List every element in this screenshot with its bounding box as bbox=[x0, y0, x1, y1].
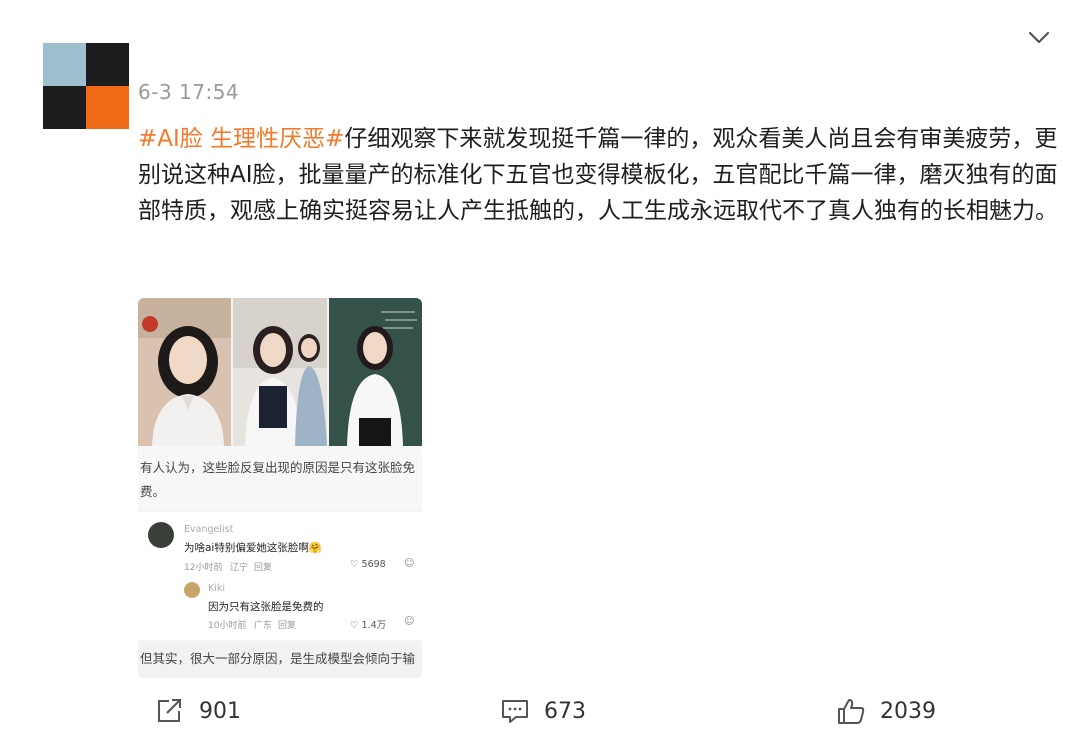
comment-author: Kiki bbox=[208, 583, 226, 594]
comment-time: 12小时前 bbox=[184, 563, 223, 573]
thumbs-up-icon bbox=[836, 697, 866, 725]
hashtag-link[interactable]: #AI脸 生理性厌恶# bbox=[138, 126, 344, 152]
post-timestamp[interactable]: 6-3 17:54 bbox=[138, 80, 239, 104]
comment-time: 10小时前 bbox=[208, 621, 247, 631]
comment-like-count: 5698 bbox=[361, 559, 386, 570]
like-button[interactable]: 2039 bbox=[836, 694, 936, 728]
comment-count: 673 bbox=[544, 698, 586, 724]
photo-woman-3 bbox=[328, 298, 422, 446]
post-text: #AI脸 生理性厌恶#仔细观察下来就发现挺千篇一律的，观众看美人尚且会有审美疲劳… bbox=[138, 121, 1058, 229]
avatar[interactable] bbox=[43, 43, 129, 129]
comment-author: Evangelist bbox=[184, 524, 234, 535]
share-button[interactable]: 901 bbox=[155, 694, 241, 728]
avatar-tile-dark bbox=[86, 43, 129, 86]
photo-strip bbox=[138, 298, 422, 446]
smile-icon: ☺ bbox=[404, 616, 415, 627]
share-count: 901 bbox=[199, 698, 241, 724]
comment-location: 辽宁 bbox=[230, 563, 249, 573]
comment-screenshot: Evangelist 为啥ai特别偏爱她这张脸啊🤗 12小时前 辽宁 回复 ♡ … bbox=[138, 512, 422, 640]
comment-button[interactable]: 673 bbox=[500, 694, 586, 728]
comment-location: 广东 bbox=[254, 621, 273, 631]
chevron-down-icon[interactable] bbox=[1026, 26, 1052, 48]
photo-woman-2 bbox=[233, 298, 327, 446]
caption-bottom: 但其实，很大一部分原因，是生成模型会倾向于输 bbox=[138, 644, 422, 678]
comment-icon bbox=[500, 697, 530, 725]
commenter-avatar bbox=[184, 582, 200, 598]
comment-text: 为啥ai特别偏爱她这张脸啊🤗 bbox=[184, 542, 322, 554]
avatar-tile-blue bbox=[43, 43, 86, 86]
comment-reply: 回复 bbox=[254, 563, 273, 573]
avatar-tile-dark bbox=[43, 86, 86, 129]
avatar-tile-orange bbox=[86, 86, 129, 129]
commenter-avatar bbox=[148, 522, 174, 548]
comment-likes: ♡ 1.4万 bbox=[350, 620, 387, 631]
comment-text: 因为只有这张脸是免费的 bbox=[208, 601, 324, 613]
comment-like-count: 1.4万 bbox=[361, 620, 387, 631]
smile-icon: ☺ bbox=[404, 558, 415, 569]
comment-reply: 回复 bbox=[278, 621, 297, 631]
comment-likes: ♡ 5698 bbox=[350, 559, 386, 570]
post-image[interactable]: 有人认为，这些脸反复出现的原因是只有这张脸免费。 Evangelist 为啥ai… bbox=[138, 298, 422, 678]
share-icon bbox=[155, 697, 185, 725]
like-count: 2039 bbox=[880, 698, 936, 724]
caption-top: 有人认为，这些脸反复出现的原因是只有这张脸免费。 bbox=[138, 446, 422, 510]
photo-woman-1 bbox=[138, 298, 232, 446]
